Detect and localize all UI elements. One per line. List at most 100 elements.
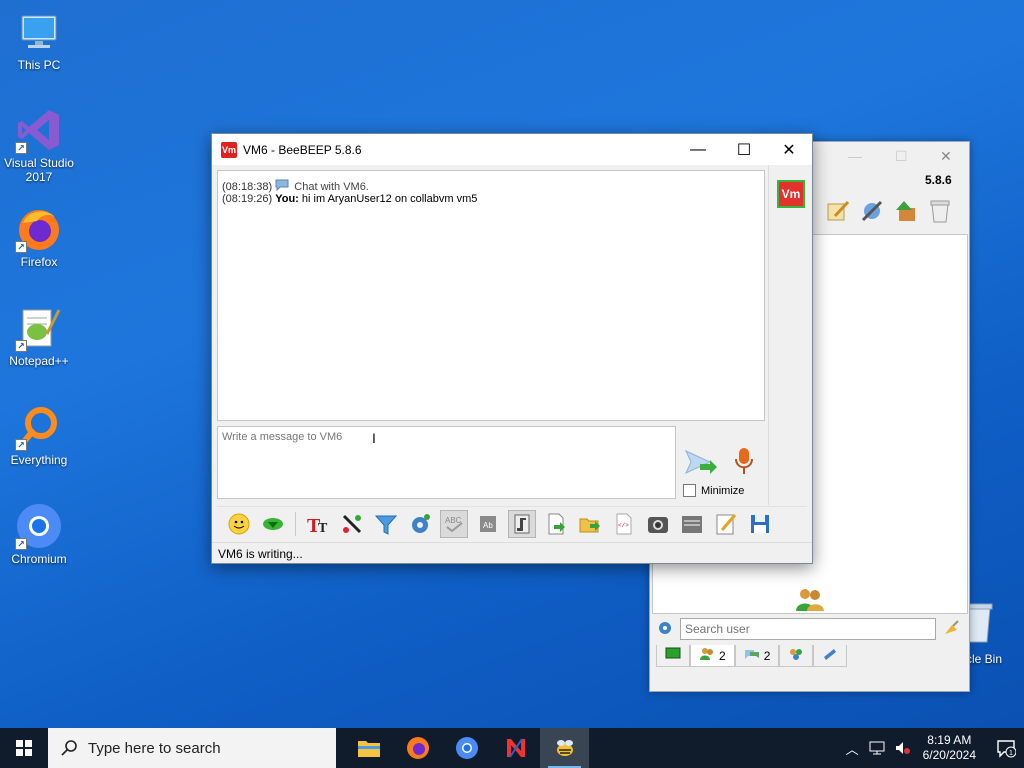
tools-icon[interactable] bbox=[859, 198, 885, 224]
search-placeholder: Type here to search bbox=[88, 739, 221, 757]
minimize-checkbox[interactable] bbox=[683, 484, 696, 497]
everything-icon: ↗ bbox=[15, 403, 63, 451]
file-explorer-icon bbox=[357, 741, 380, 757]
this-pc-icon bbox=[15, 8, 63, 56]
minimize-button[interactable]: — bbox=[848, 148, 862, 164]
desktop-icon-label: This PC bbox=[17, 58, 61, 72]
chat-toolbar: TT ABC Ab </> bbox=[217, 506, 807, 540]
tab-shares[interactable] bbox=[813, 645, 848, 667]
maximize-button[interactable]: ☐ bbox=[721, 134, 767, 165]
svg-text:Ab: Ab bbox=[483, 521, 493, 530]
share-icon[interactable] bbox=[893, 198, 919, 224]
chat-message: (08:19:26) You: hi im AryanUser12 on col… bbox=[222, 193, 760, 205]
clear-search-icon[interactable] bbox=[942, 619, 960, 640]
message-time: (08:19:26) bbox=[222, 193, 273, 205]
users-tab-icon bbox=[699, 647, 715, 664]
groups-count: 2 bbox=[763, 648, 771, 663]
desktop-icon-label: Everything bbox=[10, 453, 68, 467]
html-icon[interactable]: </> bbox=[610, 510, 638, 538]
firefox-icon bbox=[406, 737, 429, 759]
status-bar: VM6 is writing... bbox=[212, 542, 812, 564]
network-settings-icon[interactable] bbox=[656, 619, 674, 640]
trash-icon[interactable] bbox=[927, 198, 953, 224]
spellcheck-icon[interactable]: ABC bbox=[440, 509, 468, 538]
clock-date: 6/20/2024 bbox=[922, 748, 976, 762]
version-label: 5.8.6 bbox=[925, 173, 952, 187]
notification-button[interactable]: 1 bbox=[988, 738, 1024, 758]
tray-icons: ︿ bbox=[846, 739, 911, 758]
close-button[interactable]: ✕ bbox=[940, 148, 952, 165]
send-folder-icon[interactable] bbox=[576, 510, 604, 538]
clock[interactable]: 8:19 AM 6/20/2024 bbox=[923, 733, 976, 763]
message-time: (08:18:38) bbox=[222, 181, 273, 193]
windows-logo-icon bbox=[16, 740, 32, 756]
taskbar-chromium[interactable] bbox=[442, 728, 491, 768]
maximize-button[interactable]: ☐ bbox=[895, 148, 908, 165]
tab-chats[interactable] bbox=[656, 645, 690, 667]
minimize-checkbox-row[interactable]: Minimize bbox=[683, 484, 744, 497]
chat-window[interactable]: Vm VM6 - BeeBEEP 5.8.6 — ☐ ✕ (08:18:38) … bbox=[211, 133, 813, 564]
desktop-icon-everything[interactable]: ↗ Everything bbox=[0, 403, 79, 467]
chat-tab-icon bbox=[665, 647, 681, 664]
chat-members-panel: Vm bbox=[768, 165, 812, 505]
settings-icon[interactable] bbox=[406, 510, 434, 538]
chat-titlebar[interactable]: Vm VM6 - BeeBEEP 5.8.6 — ☐ ✕ bbox=[212, 134, 812, 165]
tab-groups[interactable]: 2 bbox=[734, 645, 780, 667]
firefox-icon: ↗ bbox=[15, 205, 63, 253]
desktop-icon-notepadpp[interactable]: ↗ Notepad++ bbox=[0, 304, 79, 368]
network-icon[interactable] bbox=[869, 740, 885, 756]
close-button[interactable]: ✕ bbox=[766, 134, 812, 165]
chromium-icon: ↗ bbox=[15, 502, 63, 550]
green-arrow-icon[interactable] bbox=[259, 510, 287, 538]
microphone-icon[interactable] bbox=[733, 446, 755, 476]
desktop-icon-label: Firefox bbox=[20, 255, 58, 269]
system-tray: ︿ 8:19 AM 6/20/2024 1 bbox=[846, 728, 1024, 768]
edit-profile-icon[interactable] bbox=[825, 198, 851, 224]
taskbar-netbeans[interactable] bbox=[491, 728, 540, 768]
notepadpp-icon: ↗ bbox=[15, 304, 63, 352]
dictionary-icon[interactable]: Ab bbox=[474, 510, 502, 538]
taskbar-file-explorer[interactable] bbox=[344, 728, 393, 768]
edit-icon[interactable] bbox=[712, 510, 740, 538]
desktop-icon-chromium[interactable]: ↗ Chromium bbox=[0, 502, 79, 566]
screenshot-icon[interactable] bbox=[644, 510, 672, 538]
text-cursor-icon: I bbox=[372, 430, 376, 446]
color-picker-icon[interactable] bbox=[338, 510, 366, 538]
desktop-icon-this-pc[interactable]: This PC bbox=[0, 8, 79, 72]
minimize-label: Minimize bbox=[701, 484, 745, 497]
users-count: 2 bbox=[719, 648, 726, 663]
tab-users[interactable]: 2 bbox=[690, 645, 735, 667]
save-icon[interactable] bbox=[746, 510, 774, 538]
mute-icon[interactable] bbox=[508, 509, 536, 538]
tab-network[interactable] bbox=[779, 645, 814, 667]
shares-tab-icon bbox=[822, 647, 838, 664]
chevron-up-icon[interactable]: ︿ bbox=[846, 739, 859, 758]
notification-icon: 1 bbox=[997, 740, 1016, 758]
message-input[interactable]: Write a message to VM6 bbox=[217, 426, 676, 499]
filter-icon[interactable] bbox=[372, 510, 400, 538]
font-icon[interactable]: TT bbox=[304, 510, 332, 538]
chat-log[interactable]: (08:18:38) Chat with VM6. (08:19:26) You… bbox=[217, 170, 765, 421]
desktop-icon-firefox[interactable]: ↗ Firefox bbox=[0, 205, 79, 269]
start-button[interactable] bbox=[0, 728, 48, 768]
shortcut-arrow-icon: ↗ bbox=[15, 340, 27, 352]
window-title: VM6 - BeeBEEP 5.8.6 bbox=[243, 142, 362, 157]
search-user-input[interactable] bbox=[680, 618, 936, 640]
notification-count: 1 bbox=[1009, 750, 1013, 757]
send-file-icon[interactable] bbox=[542, 510, 570, 538]
desktop-icon-visual-studio[interactable]: ↗ Visual Studio 2017 bbox=[0, 106, 79, 184]
chromium-icon bbox=[455, 737, 478, 759]
message-text: hi im AryanUser12 on collabvm vm5 bbox=[301, 193, 478, 205]
chat-bubble-icon bbox=[275, 179, 289, 192]
taskbar-beebeep[interactable] bbox=[540, 728, 589, 768]
minimize-button[interactable]: — bbox=[675, 134, 721, 165]
taskbar-firefox[interactable] bbox=[393, 728, 442, 768]
vm-avatar[interactable]: Vm bbox=[777, 180, 805, 208]
taskbar-search[interactable]: Type here to search bbox=[48, 728, 336, 768]
emoticon-icon[interactable] bbox=[225, 510, 253, 538]
beebeep-icon bbox=[556, 740, 573, 756]
send-icon[interactable] bbox=[684, 448, 718, 476]
volume-muted-icon[interactable] bbox=[895, 740, 911, 756]
history-icon[interactable] bbox=[678, 510, 706, 538]
shortcut-arrow-icon: ↗ bbox=[15, 439, 27, 451]
